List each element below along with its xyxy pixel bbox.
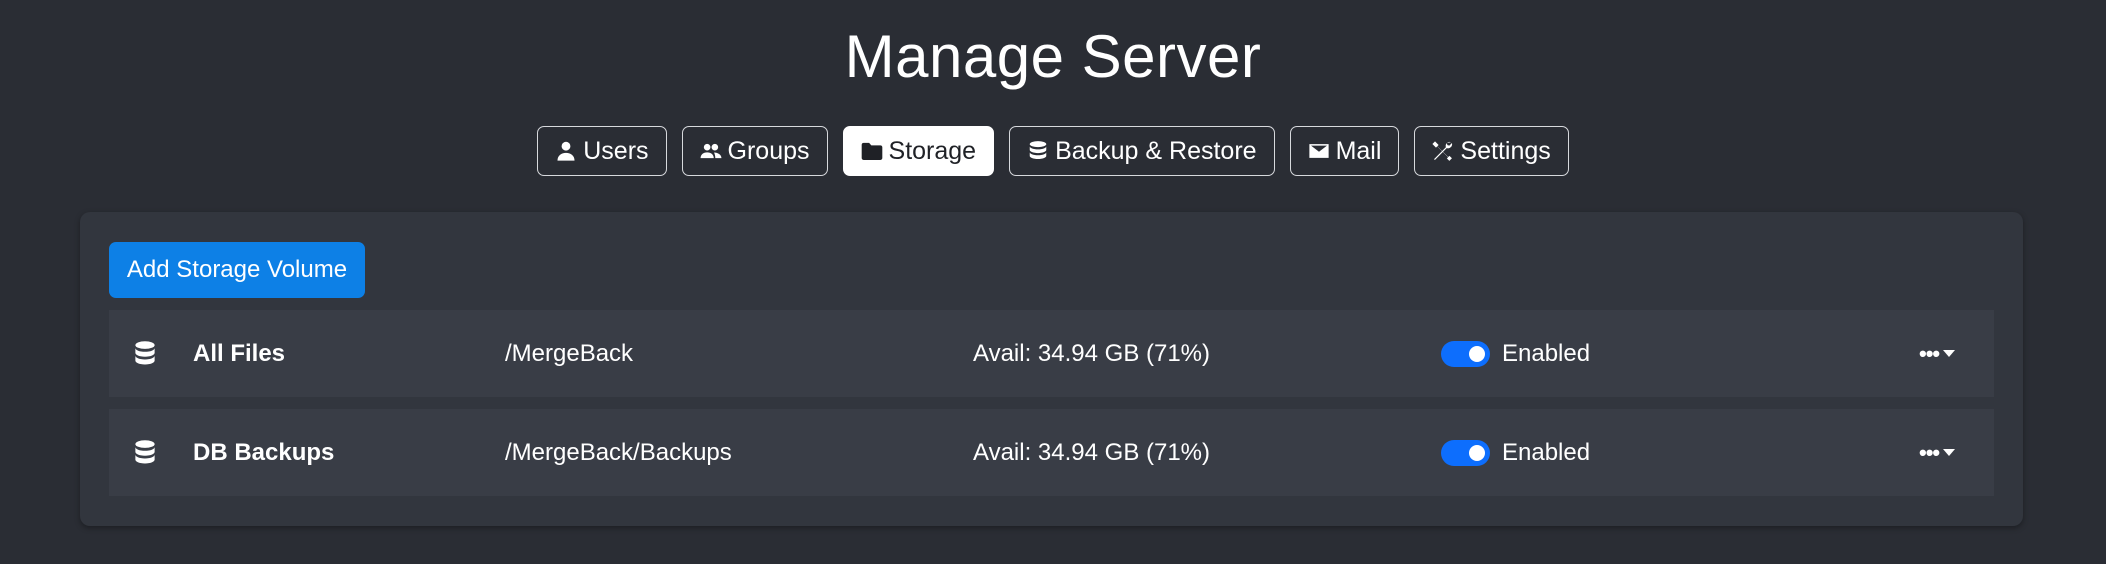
storage-volume-row: All Files /MergeBack Avail: 34.94 GB (71… <box>109 310 1994 397</box>
caret-down-icon <box>1943 449 1956 456</box>
volume-path: /MergeBack/Backups <box>505 438 732 466</box>
tab-label: Groups <box>727 136 810 165</box>
caret-down-icon <box>1943 350 1956 357</box>
tab-mail[interactable]: Mail <box>1289 126 1400 176</box>
database-icon <box>134 340 156 368</box>
tab-label: Users <box>583 136 649 165</box>
toggle-knob <box>1469 444 1485 461</box>
toggle-knob <box>1469 345 1485 362</box>
storage-volume-row: DB Backups /MergeBack/Backups Avail: 34.… <box>109 409 1994 496</box>
person-icon <box>555 140 577 162</box>
volume-available-space: Avail: 34.94 GB (71%) <box>973 339 1211 367</box>
tab-settings[interactable]: Settings <box>1414 126 1569 176</box>
tab-label: Storage <box>888 136 977 165</box>
volume-status: Enabled <box>1502 438 1591 466</box>
volume-name: All Files <box>193 339 286 367</box>
volume-actions-dropdown[interactable]: ••• <box>1919 340 1956 366</box>
people-icon <box>700 140 722 162</box>
server-nav-tabs: Users Groups Storage Backup & Restore Ma… <box>0 126 2106 176</box>
add-storage-volume-button[interactable]: Add Storage Volume <box>109 242 365 298</box>
tab-groups[interactable]: Groups <box>681 126 828 176</box>
database-icon <box>134 439 156 467</box>
tab-label: Backup & Restore <box>1055 136 1257 165</box>
tab-storage[interactable]: Storage <box>842 126 995 176</box>
volume-enabled-toggle[interactable] <box>1441 340 1490 367</box>
volume-path: /MergeBack <box>505 339 634 367</box>
more-icon: ••• <box>1919 340 1940 366</box>
volume-enabled-toggle[interactable] <box>1441 439 1490 466</box>
page-title: Manage Server <box>844 23 1262 90</box>
volume-status: Enabled <box>1502 339 1591 367</box>
folder-icon <box>861 140 883 162</box>
tools-icon <box>1432 140 1454 162</box>
database-icon <box>1027 140 1049 162</box>
envelope-icon <box>1308 140 1330 162</box>
storage-card: Add Storage Volume All Files /MergeBack … <box>80 212 2023 526</box>
volume-actions-dropdown[interactable]: ••• <box>1919 439 1956 465</box>
more-icon: ••• <box>1919 439 1940 465</box>
tab-backup-restore[interactable]: Backup & Restore <box>1009 126 1275 176</box>
tab-users[interactable]: Users <box>537 126 667 176</box>
tab-label: Settings <box>1460 136 1551 165</box>
volume-available-space: Avail: 34.94 GB (71%) <box>973 438 1211 466</box>
tab-label: Mail <box>1335 136 1382 165</box>
volume-name: DB Backups <box>193 438 335 466</box>
